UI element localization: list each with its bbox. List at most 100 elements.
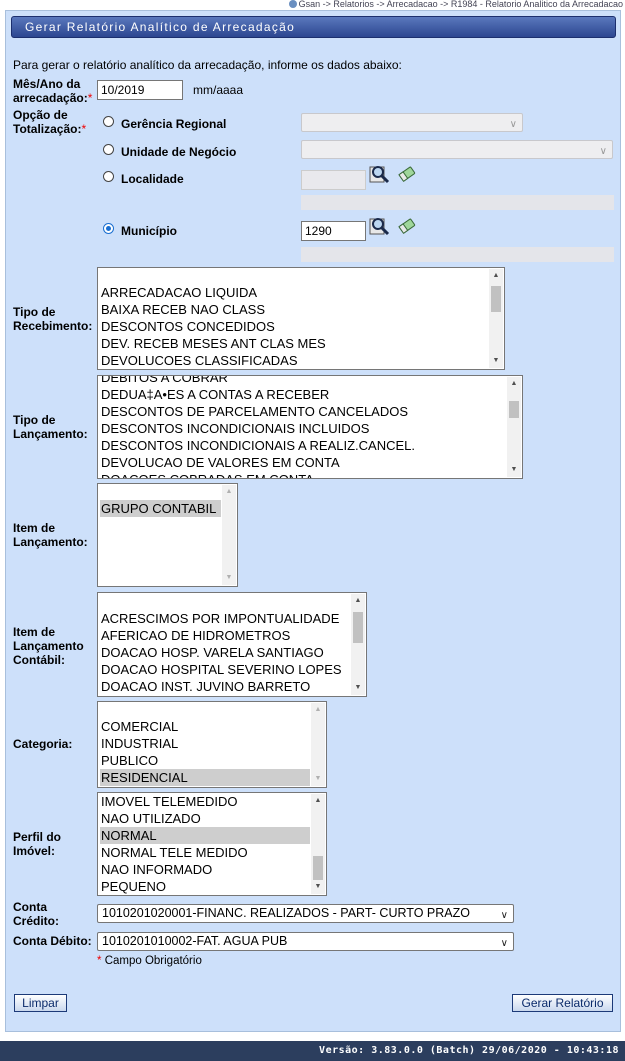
radio-localidade[interactable] bbox=[103, 171, 114, 182]
intro-text: Para gerar o relatório analítico da arre… bbox=[13, 58, 402, 72]
tipo-recebimento-listbox[interactable]: ARRECADACAO LIQUIDA BAIXA RECEB NAO CLAS… bbox=[97, 267, 505, 370]
eraser-icon[interactable] bbox=[397, 217, 417, 235]
list-item[interactable]: DEV. RECEB MESES ANT CLAS MES bbox=[100, 335, 488, 352]
list-item[interactable]: DEDUA‡A•ES A CONTAS A RECEBER bbox=[100, 386, 506, 403]
scroll-down-arrow-icon[interactable]: ▼ bbox=[351, 682, 365, 694]
mes-ano-label-line2: arrecadação: bbox=[13, 91, 88, 105]
search-icon[interactable] bbox=[369, 216, 391, 236]
unidade-negocio-select[interactable]: ∨ bbox=[301, 140, 613, 159]
scrollbar[interactable]: ▲ ▼ bbox=[351, 594, 365, 695]
scroll-up-arrow-icon[interactable]: ▲ bbox=[222, 486, 236, 498]
localidade-input[interactable] bbox=[301, 170, 366, 190]
totalizacao-label: Opção de Totalização:* bbox=[13, 108, 86, 136]
chevron-down-icon: ∨ bbox=[509, 119, 517, 130]
scrollbar[interactable]: ▲ ▼ bbox=[222, 485, 236, 585]
scrollbar[interactable]: ▲ ▼ bbox=[489, 269, 503, 368]
list-item[interactable]: DOACAO HOSP. VARELA SANTIAGO bbox=[100, 644, 350, 661]
item-lancamento-listbox[interactable]: GRUPO CONTABIL ▲ ▼ bbox=[97, 483, 238, 587]
tipo-lancamento-label: Tipo de Lançamento: bbox=[13, 413, 88, 441]
perfil-imovel-label-line2: Imóvel: bbox=[13, 844, 56, 858]
scroll-up-arrow-icon[interactable]: ▲ bbox=[351, 595, 365, 607]
scroll-down-arrow-icon[interactable]: ▼ bbox=[507, 464, 521, 476]
scrollbar[interactable]: ▲ ▼ bbox=[311, 794, 325, 894]
eraser-icon[interactable] bbox=[397, 165, 417, 183]
categoria-listbox[interactable]: COMERCIAL INDUSTRIAL PUBLICO RESIDENCIAL… bbox=[97, 701, 327, 788]
scrollbar[interactable]: ▲ ▼ bbox=[507, 377, 521, 477]
list-item[interactable]: NORMAL bbox=[100, 827, 310, 844]
list-item[interactable]: ARRECADACAO LIQUIDA bbox=[100, 284, 488, 301]
required-field-note-text: Campo Obrigatório bbox=[104, 955, 202, 967]
list-item[interactable]: DEVOLUCOES CLASSIFICADAS bbox=[100, 352, 488, 369]
info-icon bbox=[288, 0, 297, 8]
scroll-up-arrow-icon[interactable]: ▲ bbox=[311, 704, 325, 716]
list-item[interactable]: DESCONTOS INCONDICIONAIS INCLUIDOS bbox=[100, 420, 506, 437]
chevron-down-icon: ∨ bbox=[500, 938, 508, 949]
scrollbar[interactable]: ▲ ▼ bbox=[311, 703, 325, 786]
version-footer: Versão: 3.83.0.0 (Batch) 29/06/2020 - 10… bbox=[0, 1041, 625, 1061]
scrollbar-thumb[interactable] bbox=[491, 286, 501, 312]
mes-ano-hint: mm/aaaa bbox=[193, 83, 244, 97]
list-item[interactable]: IMOVEL TELEMEDIDO bbox=[100, 793, 310, 810]
list-item[interactable]: DESCONTOS DE PARCELAMENTO CANCELADOS bbox=[100, 403, 506, 420]
item-lancamento-contabil-listbox[interactable]: ACRESCIMOS POR IMPONTUALIDADE AFERICAO D… bbox=[97, 592, 367, 697]
tipo-lancamento-label-line1: Tipo de bbox=[13, 413, 56, 427]
list-item[interactable]: DESCONTOS CONCEDIDOS bbox=[100, 318, 488, 335]
item-lancamento-label-line2: Lançamento: bbox=[13, 535, 88, 549]
search-icon[interactable] bbox=[369, 164, 391, 184]
conta-debito-select[interactable]: 1010201010002-FAT. AGUA PUB ∨ bbox=[97, 932, 514, 951]
list-item[interactable]: COMERCIAL bbox=[100, 718, 310, 735]
radio-municipio[interactable] bbox=[103, 223, 114, 234]
mes-ano-label: Mês/Ano da arrecadação:* bbox=[13, 77, 92, 105]
list-item[interactable]: GRUPO CONTABIL bbox=[100, 500, 221, 517]
item-lancamento-contabil-label: Item de Lançamento Contábil: bbox=[13, 625, 84, 667]
gerar-relatorio-button[interactable]: Gerar Relatório bbox=[512, 994, 613, 1012]
scroll-up-arrow-icon[interactable]: ▲ bbox=[489, 270, 503, 282]
required-field-note: * Campo Obrigatório bbox=[97, 955, 202, 967]
list-item[interactable]: BAIXA RECEB NAO CLASS bbox=[100, 301, 488, 318]
list-item[interactable] bbox=[100, 484, 221, 500]
scroll-down-arrow-icon[interactable]: ▼ bbox=[489, 355, 503, 367]
list-item[interactable]: DOACAO HOSPITAL SEVERINO LOPES bbox=[100, 661, 350, 678]
gerencia-regional-select[interactable]: ∨ bbox=[301, 113, 523, 132]
list-item[interactable] bbox=[100, 268, 488, 284]
list-item[interactable]: DESCONTOS INCONDICIONAIS A REALIZ.CANCEL… bbox=[100, 437, 506, 454]
scrollbar-thumb[interactable] bbox=[509, 401, 519, 418]
radio-unidade-negocio[interactable] bbox=[103, 144, 114, 155]
list-item[interactable]: ACRESCIMOS POR IMPONTUALIDADE bbox=[100, 610, 350, 627]
perfil-imovel-label-line1: Perfil do bbox=[13, 830, 62, 844]
list-item[interactable]: DOACAO INST. JUVINO BARRETO bbox=[100, 678, 350, 695]
list-item[interactable] bbox=[100, 593, 350, 610]
radio-unidade-negocio-label: Unidade de Negócio bbox=[121, 145, 237, 159]
scroll-down-arrow-icon[interactable]: ▼ bbox=[222, 572, 236, 584]
scroll-up-arrow-icon[interactable]: ▲ bbox=[311, 795, 325, 807]
conta-credito-label-line1: Conta bbox=[13, 900, 47, 914]
list-item[interactable]: AFERICAO DE HIDROMETROS bbox=[100, 627, 350, 644]
scroll-up-arrow-icon[interactable]: ▲ bbox=[507, 378, 521, 390]
required-mark: * bbox=[81, 122, 87, 136]
list-item[interactable]: NAO INFORMADO bbox=[100, 861, 310, 878]
tipo-lancamento-listbox[interactable]: DEBITOS A COBRAR DEDUA‡A•ES A CONTAS A R… bbox=[97, 375, 523, 479]
municipio-input[interactable] bbox=[301, 221, 366, 241]
scrollbar-thumb[interactable] bbox=[353, 612, 363, 643]
limpar-button[interactable]: Limpar bbox=[14, 994, 67, 1012]
list-item[interactable]: PUBLICO bbox=[100, 752, 310, 769]
list-item[interactable] bbox=[100, 702, 310, 718]
list-item[interactable]: RESIDENCIAL bbox=[100, 769, 310, 786]
list-item[interactable]: NAO UTILIZADO bbox=[100, 810, 310, 827]
list-item[interactable]: NORMAL TELE MEDIDO bbox=[100, 844, 310, 861]
scrollbar-thumb[interactable] bbox=[313, 856, 323, 880]
list-item[interactable]: DOACOES COBRADAS EM CONTA bbox=[100, 471, 506, 478]
conta-credito-select[interactable]: 1010201020001-FINANC. REALIZADOS - PART-… bbox=[97, 904, 514, 923]
list-item[interactable]: DEBITOS A COBRAR bbox=[100, 376, 506, 386]
perfil-imovel-listbox[interactable]: IMOVEL TELEMEDIDO NAO UTILIZADO NORMAL N… bbox=[97, 792, 327, 896]
breadcrumb: Gsan -> Relatorios -> Arrecadacao -> R19… bbox=[288, 0, 623, 9]
list-item[interactable]: INDUSTRIAL bbox=[100, 735, 310, 752]
radio-gerencia-regional[interactable] bbox=[103, 116, 114, 127]
categoria-label: Categoria: bbox=[13, 737, 73, 751]
list-item[interactable]: DEVOLUCAO DE VALORES EM CONTA bbox=[100, 454, 506, 471]
list-item[interactable]: PEQUENO bbox=[100, 878, 310, 895]
mes-ano-input[interactable] bbox=[97, 80, 183, 100]
scroll-down-arrow-icon[interactable]: ▼ bbox=[311, 881, 325, 893]
totalizacao-label-line1: Opção de bbox=[13, 108, 68, 122]
scroll-down-arrow-icon[interactable]: ▼ bbox=[311, 773, 325, 785]
